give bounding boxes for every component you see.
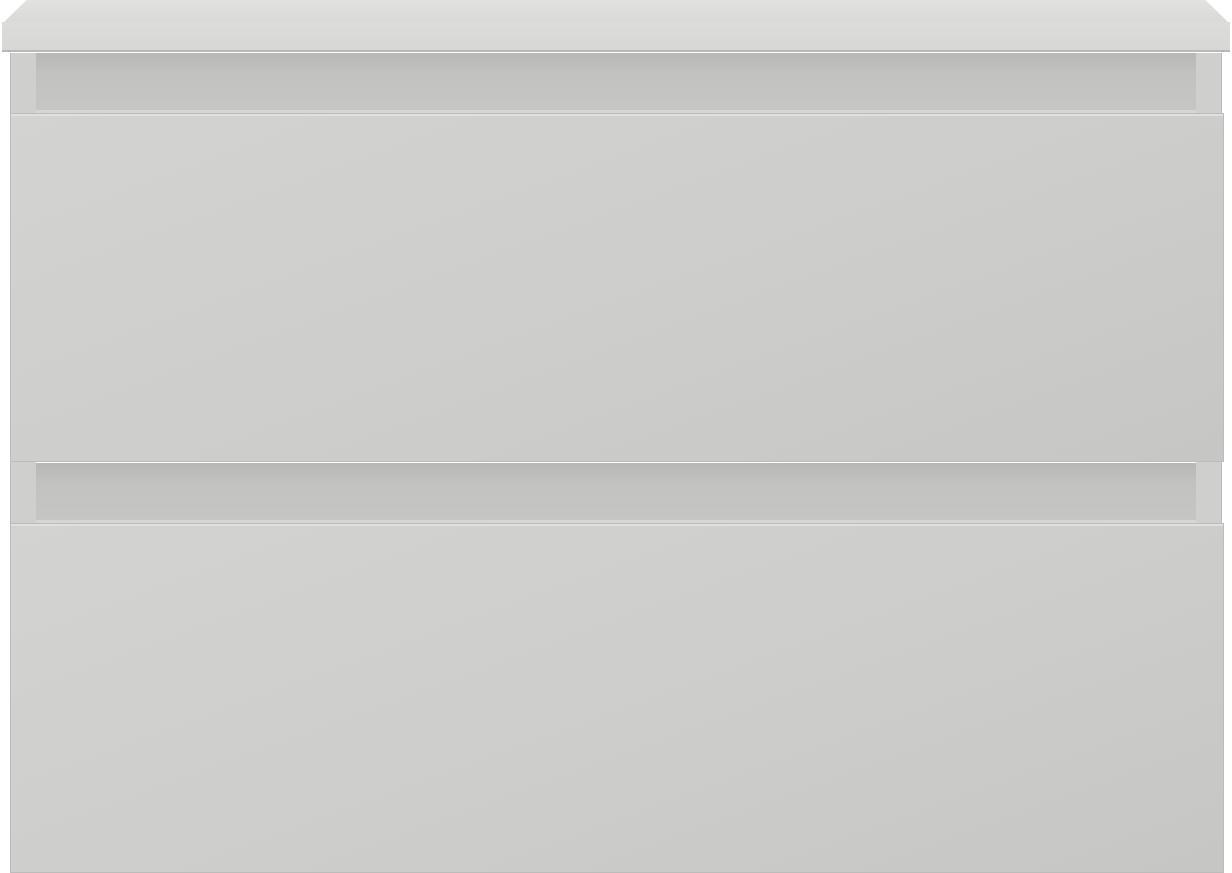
lower-drawer-highlight [11,524,1223,526]
lower-drawer-front[interactable] [10,523,1224,873]
countertop-top-surface [2,0,1230,24]
countertop [2,0,1230,53]
upper-drawer-highlight [11,114,1223,116]
vanity-cabinet [0,0,1232,873]
upper-drawer-front[interactable] [10,113,1224,462]
upper-handle-groove [36,53,1196,113]
lower-handle-groove [36,463,1196,523]
countertop-front-edge [2,22,1230,52]
